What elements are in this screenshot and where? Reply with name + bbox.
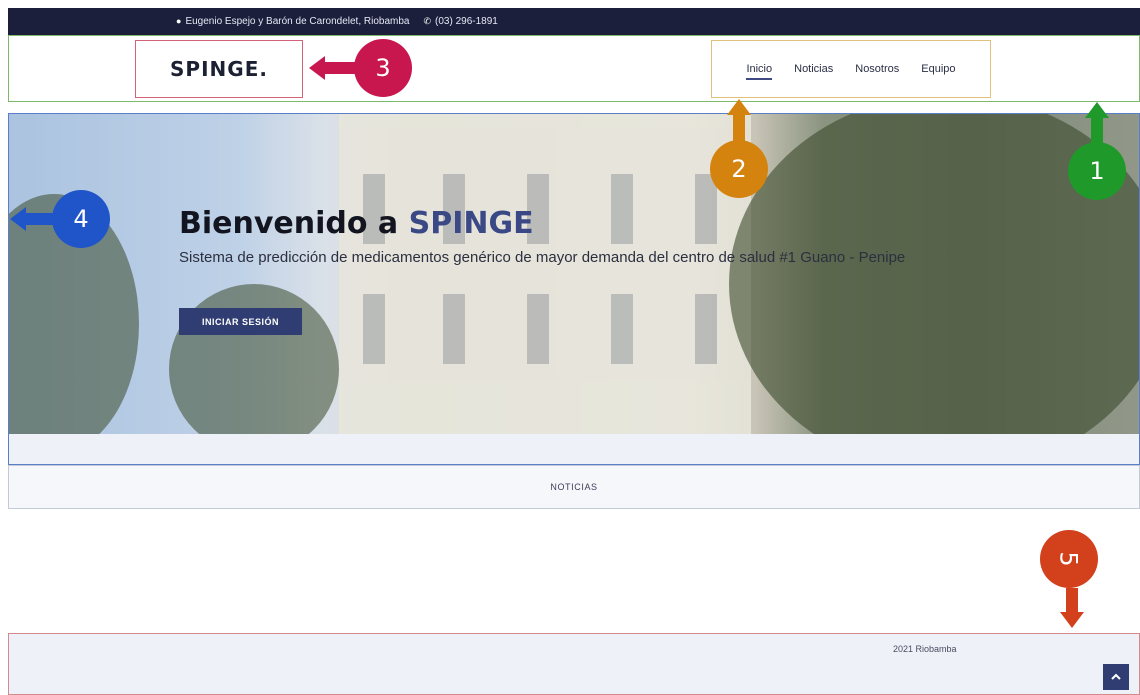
site-footer: 2021 Riobamba (8, 633, 1140, 695)
phone-group: ✆ (03) 296-1891 (423, 16, 497, 27)
nav-item-inicio[interactable]: Inicio (746, 63, 772, 80)
hero-section: Bienvenido a SPINGE Sistema de predicció… (8, 113, 1140, 465)
logo-link[interactable]: SPINGE. (135, 40, 303, 98)
annotation-number: 1 (1089, 157, 1105, 185)
annotation-badge-1: 1 (1068, 142, 1126, 200)
site-header: SPINGE. Inicio Noticias Nosotros Equipo (8, 35, 1140, 102)
phone-text: (03) 296-1891 (435, 16, 498, 27)
tab-noticias[interactable]: NOTICIAS (550, 482, 597, 492)
main-nav: Inicio Noticias Nosotros Equipo (711, 40, 991, 98)
annotation-number: 4 (73, 205, 89, 233)
logo: SPINGE. (170, 57, 268, 81)
nav-item-nosotros[interactable]: Nosotros (855, 63, 899, 75)
login-button[interactable]: INICIAR SESIÓN (179, 308, 302, 335)
hero-subtitle: Sistema de predicción de medicamentos ge… (179, 249, 906, 266)
annotation-badge-2: 2 (710, 140, 768, 198)
building-image (339, 114, 751, 434)
phone-icon: ✆ (423, 16, 432, 26)
news-strip: NOTICIAS (8, 465, 1140, 509)
page: ● Eugenio Espejo y Barón de Carondelet, R… (0, 0, 1140, 695)
hero-title: Bienvenido a SPINGE (179, 206, 534, 241)
annotation-number: 5 (1055, 551, 1083, 567)
top-info-bar: ● Eugenio Espejo y Barón de Carondelet, R… (8, 8, 1140, 35)
annotation-badge-4: 4 (52, 190, 110, 248)
annotation-badge-3: 3 (354, 39, 412, 97)
back-to-top-button[interactable] (1103, 664, 1129, 690)
annotation-number: 2 (731, 155, 747, 183)
annotation-badge-5: 5 (1040, 530, 1098, 588)
map-pin-icon: ● (176, 16, 182, 26)
copyright-text: 2021 Riobamba (893, 644, 957, 654)
hero-background-image (9, 114, 1139, 434)
hero-title-highlight: SPINGE (408, 206, 534, 241)
address-group: ● Eugenio Espejo y Barón de Carondelet, R… (176, 16, 409, 27)
address-text: Eugenio Espejo y Barón de Carondelet, Ri… (185, 16, 410, 27)
chevron-up-icon (1111, 673, 1121, 680)
hero-title-prefix: Bienvenido a (179, 206, 409, 241)
nav-item-equipo[interactable]: Equipo (921, 63, 955, 75)
nav-item-noticias[interactable]: Noticias (794, 63, 833, 75)
annotation-number: 3 (375, 54, 391, 82)
